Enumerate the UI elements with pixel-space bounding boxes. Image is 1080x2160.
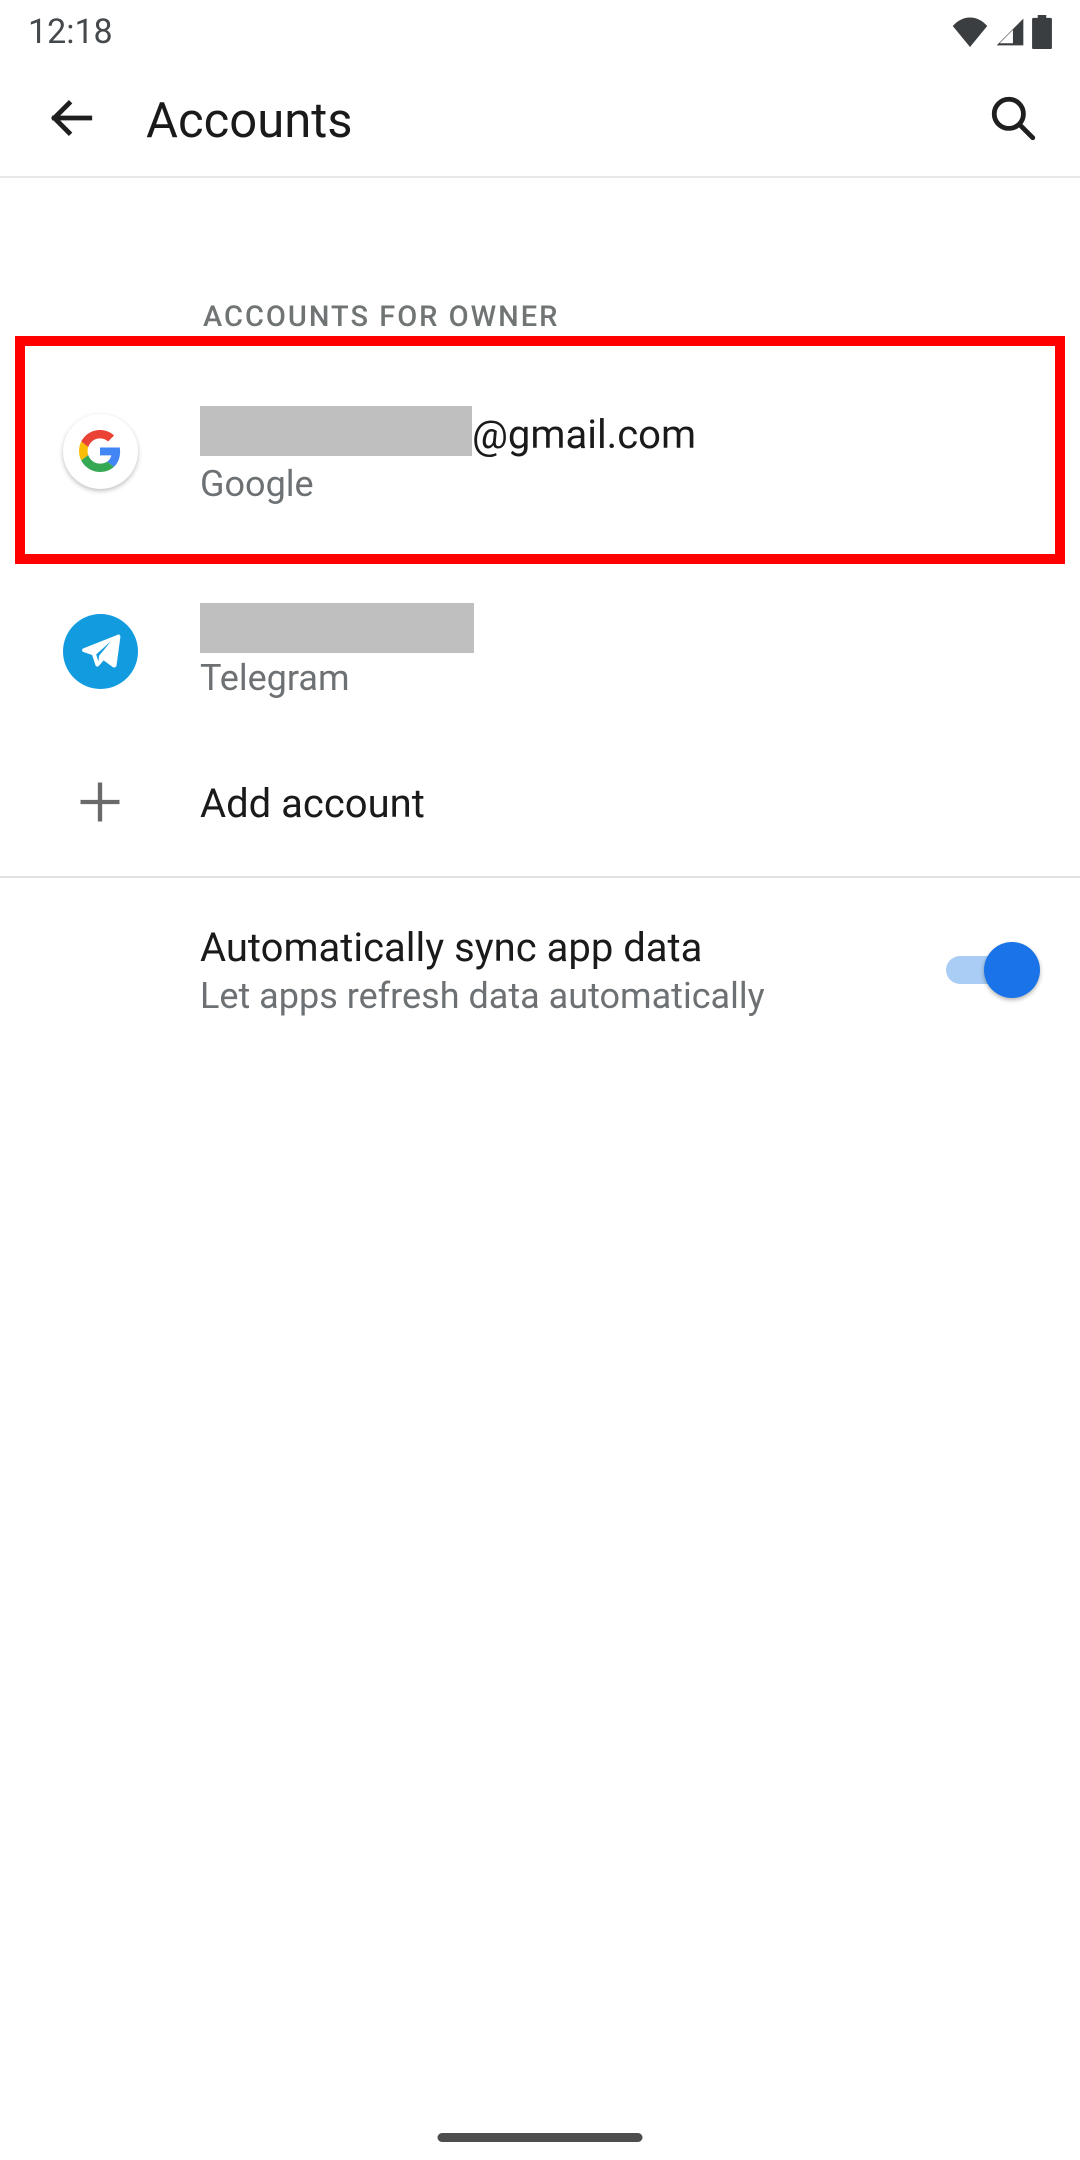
divider — [0, 876, 1080, 878]
arrow-left-icon — [46, 93, 96, 147]
plus-icon — [74, 776, 126, 832]
battery-icon — [1032, 15, 1052, 49]
status-bar: 12:18 — [0, 0, 1080, 64]
add-account-label: Add account — [200, 780, 425, 828]
account-google-email-suffix: @gmail.com — [472, 411, 696, 459]
account-telegram-name — [200, 603, 474, 653]
auto-sync-setting[interactable]: Automatically sync app data Let apps ref… — [0, 900, 1080, 1040]
nav-handle[interactable] — [438, 2133, 643, 2142]
status-icons — [952, 15, 1052, 49]
add-account-button[interactable]: Add account — [0, 734, 1080, 874]
wifi-icon — [952, 17, 988, 47]
redaction-block — [200, 406, 472, 456]
telegram-icon — [63, 614, 138, 689]
redaction-block — [200, 603, 474, 653]
auto-sync-toggle[interactable] — [946, 940, 1040, 1000]
auto-sync-subtitle: Let apps refresh data automatically — [200, 975, 946, 1017]
switch-thumb — [984, 942, 1040, 998]
account-google-provider: Google — [200, 463, 696, 505]
cell-signal-icon — [994, 16, 1026, 48]
back-button[interactable] — [36, 85, 106, 155]
search-button[interactable] — [978, 85, 1048, 155]
status-time: 12:18 — [28, 12, 113, 52]
account-telegram-provider: Telegram — [200, 657, 474, 699]
auto-sync-title: Automatically sync app data — [200, 924, 946, 971]
google-icon — [63, 414, 138, 489]
section-header: ACCOUNTS FOR OWNER — [203, 300, 559, 334]
page-title: Accounts — [146, 92, 978, 149]
app-bar: Accounts — [0, 64, 1080, 178]
account-item-google[interactable]: @gmail.com Google — [0, 366, 1080, 536]
account-google-email: @gmail.com — [200, 398, 696, 459]
search-icon — [988, 93, 1038, 147]
account-item-telegram[interactable]: Telegram — [0, 566, 1080, 736]
